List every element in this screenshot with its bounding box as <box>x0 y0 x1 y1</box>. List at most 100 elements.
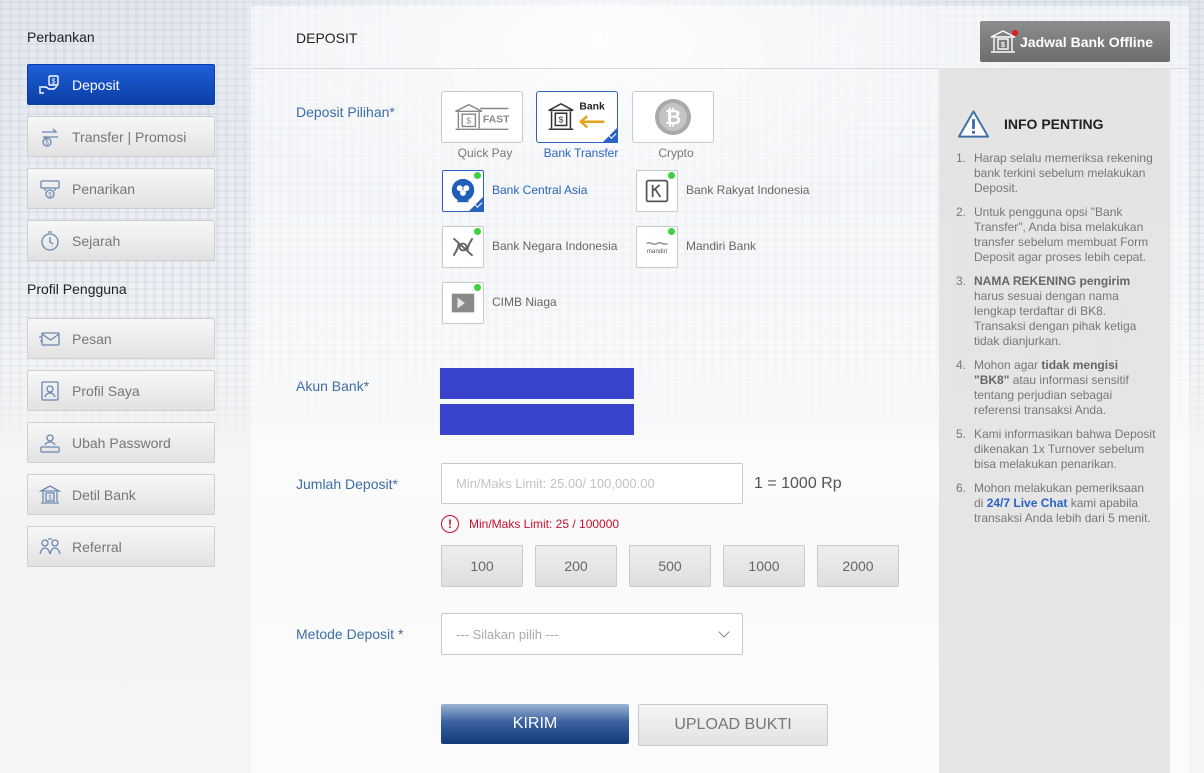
info-text: Untuk pengguna opsi "Bank Transfer", And… <box>974 205 1149 264</box>
method-label: Metode Deposit * <box>296 626 404 642</box>
bank-building-icon: $ <box>37 482 63 508</box>
info-text: harus sesuai dengan nama lengkap terdaft… <box>974 289 1137 348</box>
info-list: 1. Harap selalu memeriksa rekening bank t… <box>956 151 1156 535</box>
fast-transfer-icon: $ FAST <box>455 103 510 130</box>
method-select-value: --- Silakan pilih --- <box>456 626 559 642</box>
bank-offline-schedule-button[interactable]: $ Jadwal Bank Offline <box>980 21 1170 62</box>
page-title: DEPOSIT <box>296 30 358 46</box>
bank-name: Bank Negara Indonesia <box>492 239 618 253</box>
info-text: Harap selalu memeriksa rekening bank ter… <box>974 151 1153 195</box>
deposit-icon: $ <box>37 72 63 98</box>
sidebar-item-label: Referral <box>72 538 122 555</box>
info-item: 3. NAMA REKENING pengirim harus sesuai de… <box>956 274 1156 349</box>
sidebar-item-ubah-password[interactable]: Ubah Password <box>27 422 215 463</box>
warning-icon <box>957 110 990 138</box>
info-item-text: Mohon melakukan pemeriksaan di 24/7 Live… <box>974 481 1156 526</box>
bank-bni-tile[interactable] <box>442 226 484 268</box>
info-item: 4. Mohon agar tidak mengisi "BK8" atau in… <box>956 358 1156 418</box>
quick-amount-button[interactable]: 2000 <box>817 545 899 587</box>
sidebar-item-penarikan[interactable]: $ Penarikan <box>27 168 215 209</box>
amount-error: ! Min/Maks Limit: 25 / 100000 <box>441 515 619 533</box>
bank-bca-tile[interactable] <box>442 170 484 212</box>
info-item-number: 6. <box>956 481 967 495</box>
svg-text:$: $ <box>52 78 56 85</box>
info-text: Mohon agar <box>974 358 1042 372</box>
submit-button[interactable]: KIRIM <box>441 704 629 744</box>
offline-button-label: Jadwal Bank Offline <box>1020 33 1154 50</box>
sidebar-item-pesan[interactable]: Pesan <box>27 318 215 359</box>
mandiri-logo-icon: mandiri <box>646 242 668 255</box>
sidebar-item-label: Detil Bank <box>72 486 136 503</box>
method-select[interactable]: --- Silakan pilih --- <box>441 613 743 655</box>
amount-input[interactable] <box>441 463 743 504</box>
svg-text:Bank: Bank <box>579 101 605 112</box>
info-item-text: Untuk pengguna opsi "Bank Transfer", And… <box>974 205 1156 265</box>
live-chat-link[interactable]: 24/7 Live Chat <box>987 496 1068 510</box>
option-label: Crypto <box>658 146 694 160</box>
sidebar-item-sejarah[interactable]: Sejarah <box>27 220 215 261</box>
sidebar-item-deposit[interactable]: $ Deposit <box>27 64 215 105</box>
info-item-number: 3. <box>956 274 967 288</box>
withdraw-icon: $ <box>37 176 63 202</box>
sidebar-item-detil-bank[interactable]: $ Detil Bank <box>27 474 215 515</box>
svg-text:₿: ₿ <box>665 105 681 129</box>
option-label: Bank Transfer <box>543 146 619 160</box>
transfer-icon: $ <box>37 124 63 150</box>
bank-cimb-tile[interactable] <box>442 282 484 324</box>
sidebar-item-label: Deposit <box>72 76 120 93</box>
bank-mandiri-tile[interactable]: mandiri <box>636 226 678 268</box>
quick-amount-button[interactable]: 200 <box>535 545 617 587</box>
cimb-logo-icon <box>451 293 475 313</box>
referral-icon <box>37 534 63 560</box>
quick-amount-button[interactable]: 1000 <box>723 545 805 587</box>
online-indicator <box>668 172 675 179</box>
info-item-text: Kami informasikan bahwa Deposit dikenaka… <box>974 427 1156 472</box>
envelope-icon <box>37 326 63 352</box>
svg-text:mandiri: mandiri <box>647 248 667 255</box>
info-item: 2. Untuk pengguna opsi "Bank Transfer", A… <box>956 205 1156 265</box>
option-quick-pay[interactable]: $ FAST <box>441 91 523 143</box>
bank-name: Bank Rakyat Indonesia <box>686 183 810 197</box>
error-text: Min/Maks Limit: 25 / 100000 <box>469 517 620 531</box>
amount-label: Jumlah Deposit* <box>296 476 398 492</box>
history-icon <box>37 228 63 254</box>
bank-building-icon: $ <box>988 27 1018 57</box>
info-item-text: Mohon agar tidak mengisi "BK8" atau info… <box>974 358 1156 418</box>
info-item: 6. Mohon melakukan pemeriksaan di 24/7 Li… <box>956 481 1156 526</box>
info-item-number: 2. <box>956 205 967 219</box>
bank-bri-tile[interactable] <box>636 170 678 212</box>
quick-amount-button[interactable]: 100 <box>441 545 523 587</box>
bank-name: Mandiri Bank <box>686 239 757 253</box>
sidebar-item-label: Pesan <box>72 330 112 347</box>
info-header: INFO PENTING <box>957 109 1104 139</box>
profile-heading: Profil Pengguna <box>27 281 127 297</box>
info-panel: INFO PENTING 1. Harap selalu memeriksa re… <box>939 68 1170 773</box>
info-item-text: NAMA REKENING pengirim harus sesuai deng… <box>974 274 1156 349</box>
bank-account-redacted-1 <box>440 368 634 399</box>
sidebar-item-label: Sejarah <box>72 232 121 249</box>
online-indicator <box>474 284 481 291</box>
option-bank-transfer[interactable]: $ Bank <box>536 91 618 143</box>
info-item-number: 5. <box>956 427 967 441</box>
info-item: 1. Harap selalu memeriksa rekening bank t… <box>956 151 1156 196</box>
sidebar-item-label: Profil Saya <box>72 382 140 399</box>
info-item-number: 1. <box>956 151 967 165</box>
info-item-number: 4. <box>956 358 967 372</box>
sidebar-item-label: Penarikan <box>72 180 136 197</box>
bni-logo-icon <box>452 237 474 257</box>
info-item: 5. Kami informasikan bahwa Deposit dikena… <box>956 427 1156 472</box>
sidebar-item-label: Ubah Password <box>72 434 171 451</box>
bank-account-label: Akun Bank* <box>296 378 370 394</box>
option-crypto[interactable]: ₿ <box>632 91 714 143</box>
sidebar-item-transfer-promosi[interactable]: $ Transfer | Promosi <box>27 116 215 157</box>
upload-proof-button[interactable]: UPLOAD BUKTI <box>638 704 828 746</box>
error-icon: ! <box>441 515 459 533</box>
sidebar-item-profil-saya[interactable]: Profil Saya <box>27 370 215 411</box>
sidebar: Perbankan $ Deposit $ Transfer | Promosi… <box>0 0 236 773</box>
sidebar-item-referral[interactable]: Referral <box>27 526 215 567</box>
info-text: Kami informasikan bahwa Deposit dikenaka… <box>974 427 1156 471</box>
online-indicator <box>474 172 481 179</box>
quick-amount-button[interactable]: 500 <box>629 545 711 587</box>
bri-logo-icon <box>645 179 669 203</box>
bank-name: Bank Central Asia <box>492 183 588 197</box>
